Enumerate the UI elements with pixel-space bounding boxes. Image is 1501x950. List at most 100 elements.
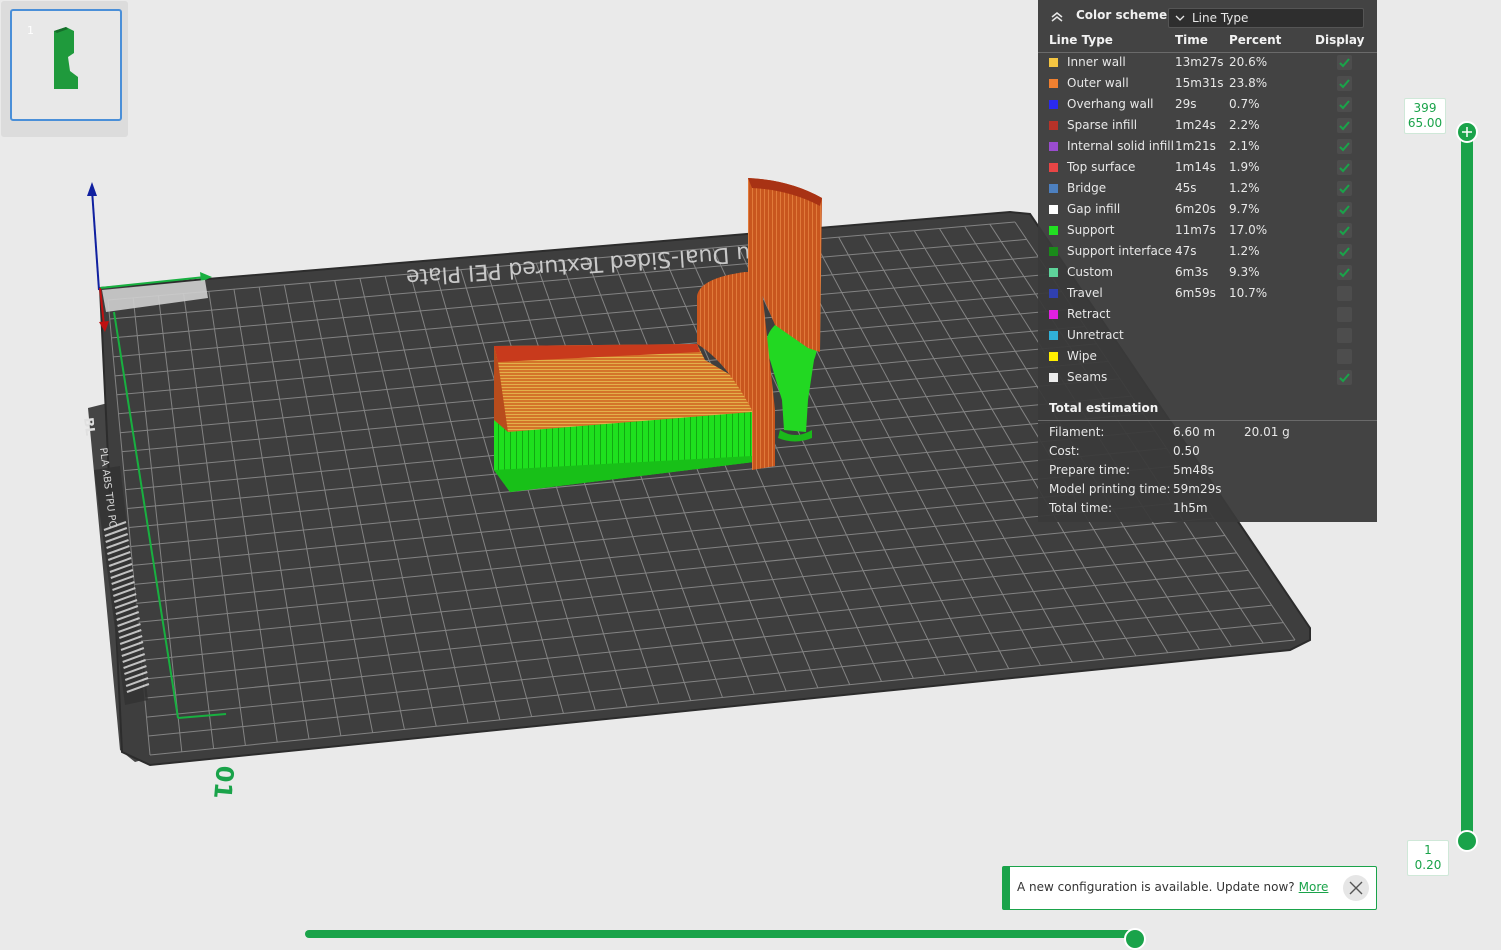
color-swatch	[1049, 58, 1058, 67]
legend-row: Top surface 1m14s 1.9%	[1038, 158, 1377, 179]
legend-row: Retract	[1038, 305, 1377, 326]
estimation-value: 0.50	[1173, 444, 1200, 458]
collapse-chevron-icon[interactable]	[1049, 8, 1065, 24]
display-checkbox[interactable]	[1337, 307, 1352, 322]
legend-time: 1m24s	[1175, 118, 1216, 132]
legend-row: Custom 6m3s 9.3%	[1038, 263, 1377, 284]
top-layer-height: 65.00	[1407, 116, 1443, 130]
estimation-label: Total time:	[1049, 501, 1112, 515]
bottom-layer-number: 1	[1424, 843, 1432, 857]
display-checkbox[interactable]	[1337, 328, 1352, 343]
color-swatch	[1049, 184, 1058, 193]
color-swatch	[1049, 142, 1058, 151]
check-icon	[1339, 58, 1350, 68]
estimation-label: Prepare time:	[1049, 463, 1131, 477]
display-checkbox[interactable]	[1337, 244, 1352, 259]
color-swatch	[1049, 121, 1058, 130]
notification-message: A new configuration is available. Update…	[1017, 880, 1328, 894]
legend-name: Top surface	[1067, 160, 1136, 174]
move-slider-handle[interactable]	[1124, 928, 1146, 950]
column-time: Time	[1175, 33, 1208, 47]
check-icon	[1339, 268, 1350, 278]
layer-slider-bottom-handle[interactable]	[1456, 830, 1478, 852]
legend-percent: 20.6%	[1229, 55, 1268, 69]
legend-row: Unretract	[1038, 326, 1377, 347]
legend-name: Custom	[1067, 265, 1113, 279]
move-slider-track[interactable]	[305, 930, 1135, 938]
color-scheme-title: Color scheme	[1076, 8, 1168, 22]
legend-column-headers: Line Type Time Percent Display	[1038, 32, 1377, 53]
display-checkbox[interactable]	[1337, 286, 1352, 301]
layer-slider-bottom-label: 1 0.20	[1407, 840, 1449, 876]
estimation-value: 1h5m	[1173, 501, 1208, 515]
top-layer-number: 399	[1413, 101, 1437, 115]
legend-row: Inner wall 13m27s 20.6%	[1038, 53, 1377, 74]
check-icon	[1339, 121, 1350, 131]
legend-row: Seams	[1038, 368, 1377, 389]
check-icon	[1339, 163, 1350, 173]
bottom-layer-height: 0.20	[1414, 858, 1442, 872]
legend-name: Unretract	[1067, 328, 1124, 342]
display-checkbox[interactable]	[1337, 181, 1352, 196]
close-icon	[1349, 881, 1363, 895]
chevron-down-icon	[1175, 15, 1185, 21]
layer-slider-track[interactable]	[1461, 132, 1473, 842]
legend-row: Outer wall 15m31s 23.8%	[1038, 74, 1377, 95]
display-checkbox[interactable]	[1337, 139, 1352, 154]
legend-time: 15m31s	[1175, 76, 1224, 90]
legend-name: Overhang wall	[1067, 97, 1154, 111]
legend-row: Bridge 45s 1.2%	[1038, 179, 1377, 200]
legend-time: 13m27s	[1175, 55, 1224, 69]
display-checkbox[interactable]	[1337, 118, 1352, 133]
color-swatch	[1049, 163, 1058, 172]
display-checkbox[interactable]	[1337, 160, 1352, 175]
display-checkbox[interactable]	[1337, 55, 1352, 70]
check-icon	[1339, 142, 1350, 152]
color-swatch	[1049, 247, 1058, 256]
legend-percent: 0.7%	[1229, 97, 1260, 111]
plate-number: 01	[208, 764, 239, 800]
display-checkbox[interactable]	[1337, 97, 1352, 112]
color-scheme-dropdown[interactable]: Line Type	[1168, 8, 1364, 28]
notification-close-button[interactable]	[1343, 875, 1369, 901]
legend-name: Inner wall	[1067, 55, 1126, 69]
estimation-row: Model printing time: 59m29s	[1038, 481, 1377, 500]
color-swatch	[1049, 79, 1058, 88]
estimation-value: 59m29s	[1173, 482, 1222, 496]
legend-row: Internal solid infill 1m21s 2.1%	[1038, 137, 1377, 158]
estimation-row: Prepare time: 5m48s	[1038, 462, 1377, 481]
display-checkbox[interactable]	[1337, 202, 1352, 217]
legend-time: 45s	[1175, 181, 1197, 195]
estimation-row: Total time: 1h5m	[1038, 500, 1377, 519]
color-swatch	[1049, 310, 1058, 319]
plate-thumbnail[interactable]: 1	[10, 9, 122, 121]
legend-name: Retract	[1067, 307, 1111, 321]
check-icon	[1339, 184, 1350, 194]
legend-percent: 9.3%	[1229, 265, 1260, 279]
display-checkbox[interactable]	[1337, 76, 1352, 91]
legend-panel: Color scheme Line Type Line Type Time Pe…	[1038, 0, 1377, 522]
display-checkbox[interactable]	[1337, 370, 1352, 385]
column-display: Display	[1315, 33, 1365, 47]
legend-time: 29s	[1175, 97, 1197, 111]
legend-name: Support	[1067, 223, 1115, 237]
plate-logo-text: BL	[80, 417, 97, 437]
legend-name: Internal solid infill	[1067, 139, 1174, 153]
display-checkbox[interactable]	[1337, 223, 1352, 238]
legend-percent: 2.2%	[1229, 118, 1260, 132]
layer-slider-top-handle[interactable]	[1456, 121, 1478, 143]
estimation-value: 5m48s	[1173, 463, 1214, 477]
legend-name: Bridge	[1067, 181, 1107, 195]
legend-percent: 2.1%	[1229, 139, 1260, 153]
display-checkbox[interactable]	[1337, 349, 1352, 364]
legend-name: Gap infill	[1067, 202, 1121, 216]
legend-header: Color scheme Line Type	[1038, 0, 1377, 32]
column-line-type: Line Type	[1049, 33, 1113, 47]
notification-more-link[interactable]: More	[1299, 880, 1329, 894]
legend-percent: 1.2%	[1229, 181, 1260, 195]
color-swatch	[1049, 331, 1058, 340]
color-scheme-value: Line Type	[1192, 11, 1249, 25]
check-icon	[1339, 247, 1350, 257]
display-checkbox[interactable]	[1337, 265, 1352, 280]
column-percent: Percent	[1229, 33, 1282, 47]
